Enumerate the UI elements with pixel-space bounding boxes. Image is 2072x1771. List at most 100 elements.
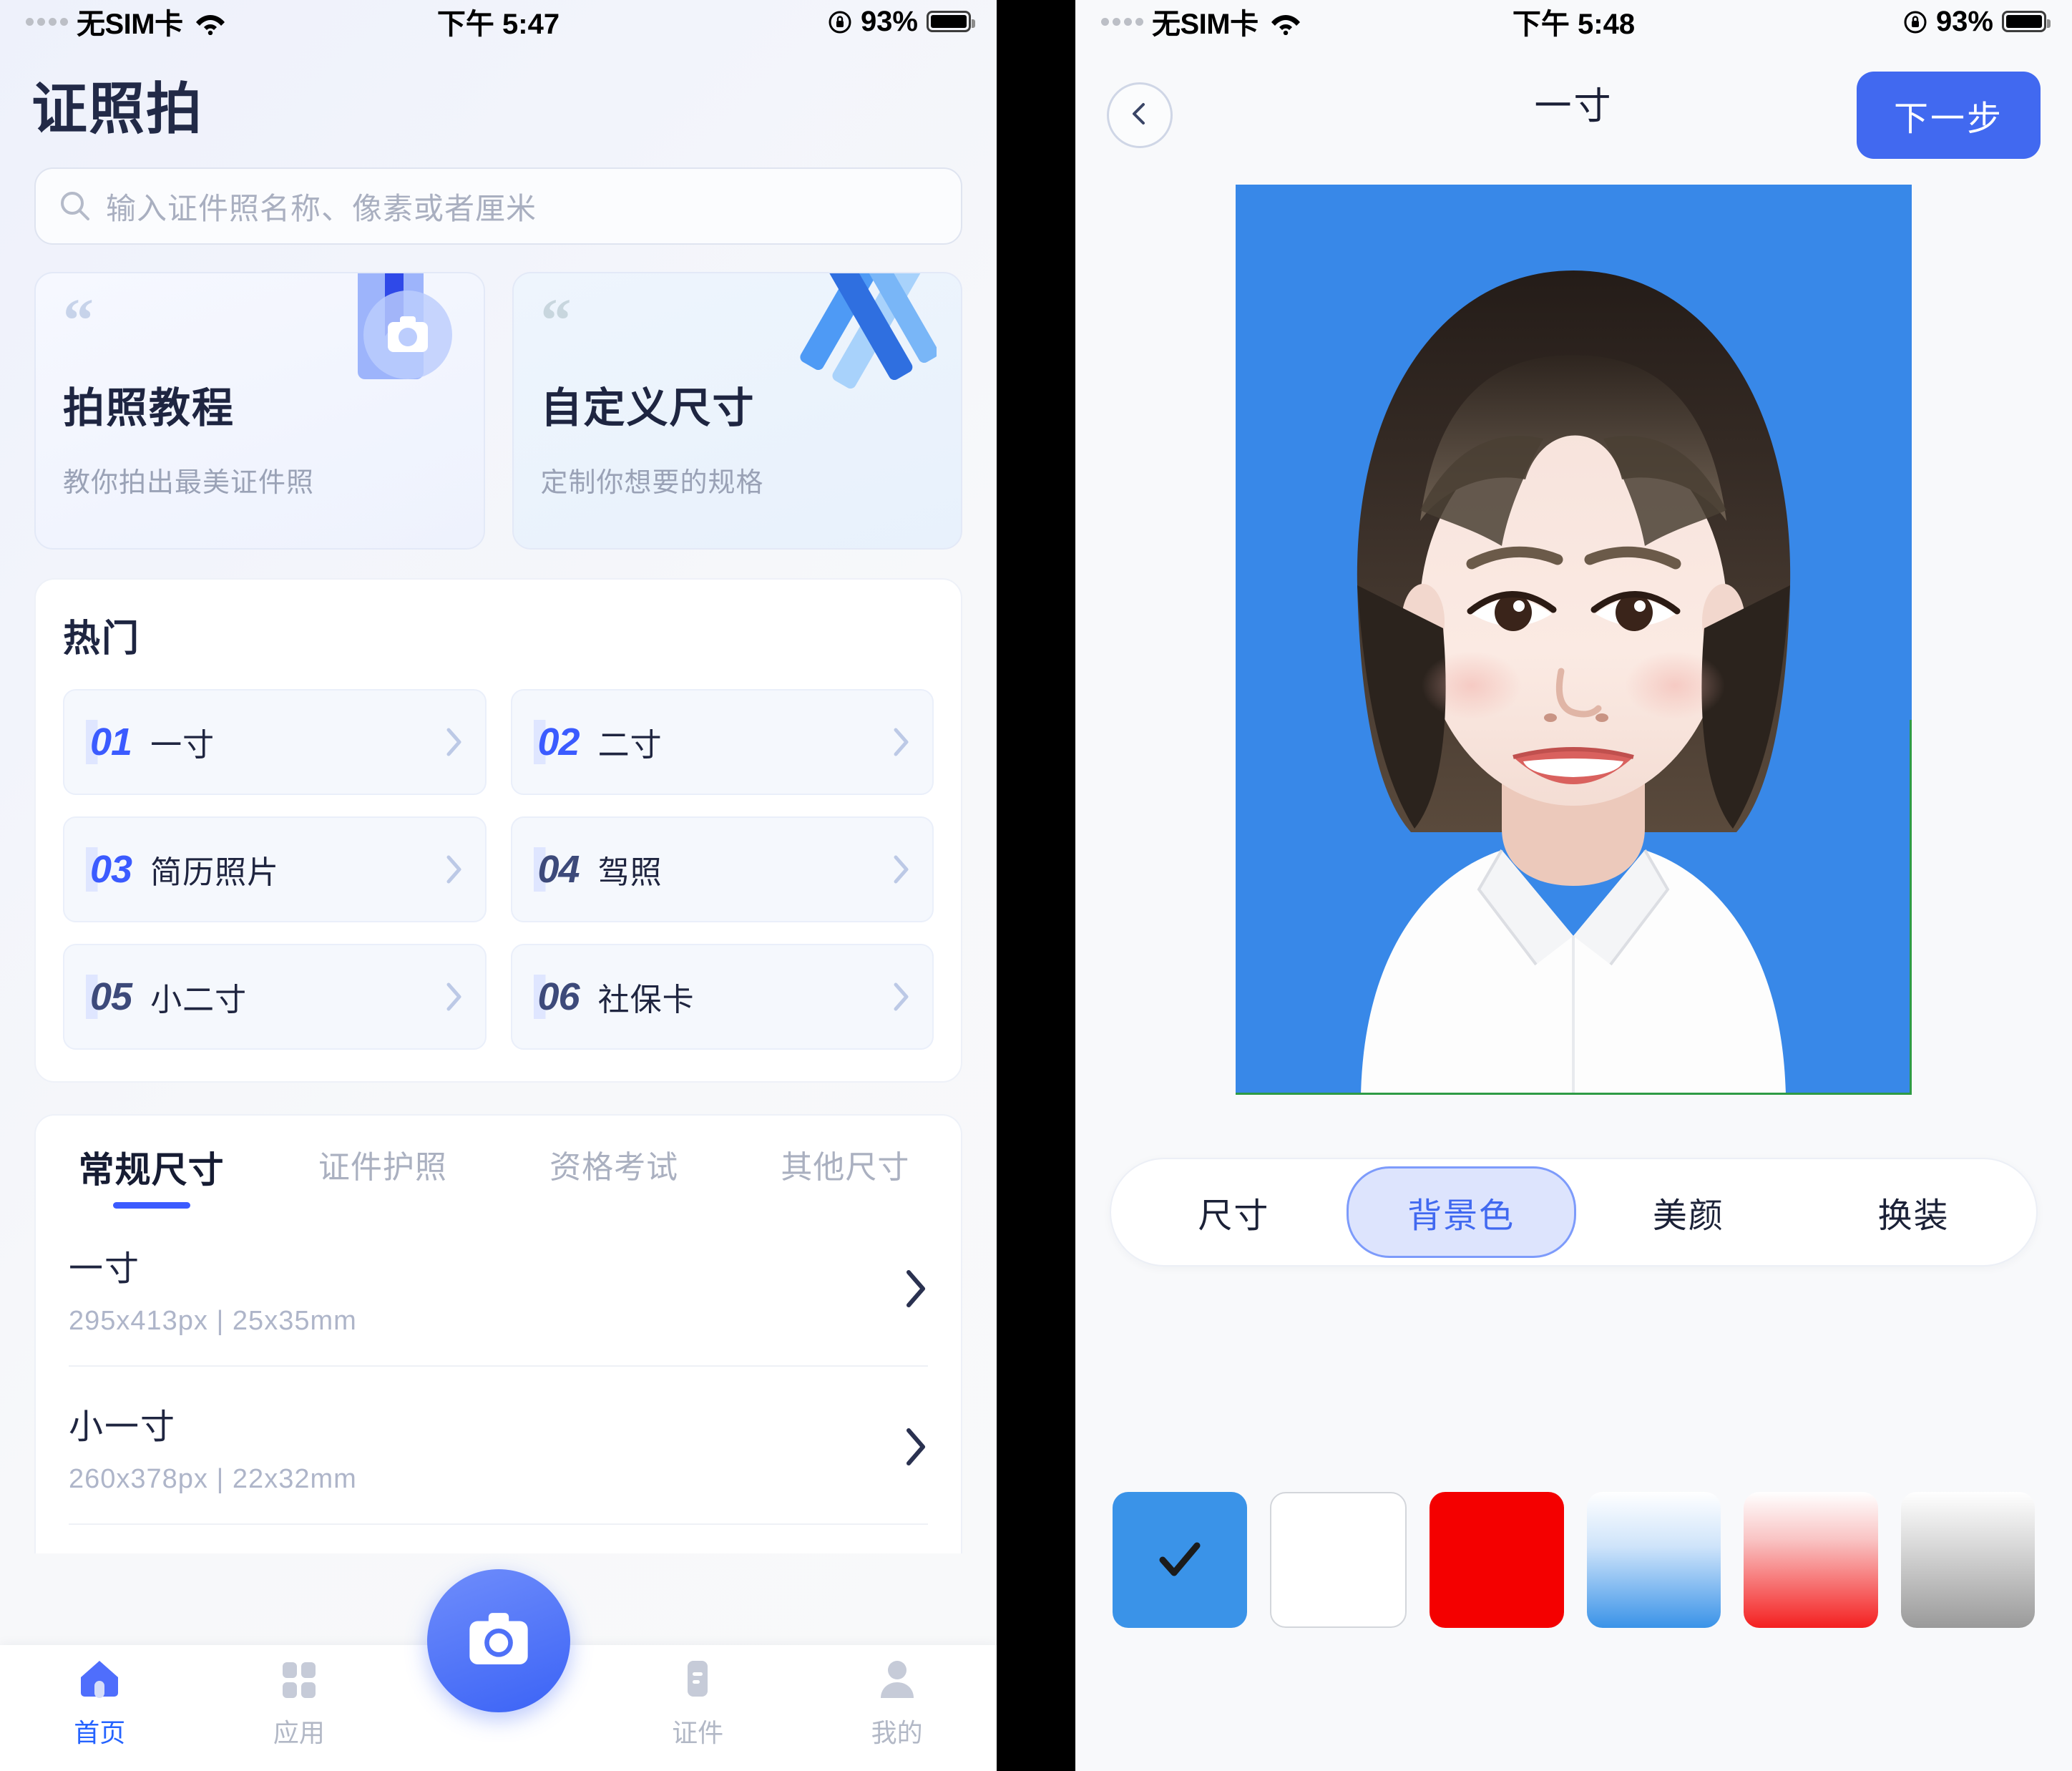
- editor-nav-bar: 一寸 下一步: [1075, 43, 2072, 172]
- size-name: 一寸: [69, 1250, 141, 1288]
- hot-panel: 热门 01 一寸 02 二寸 03 简历照片 04 驾照 05 小二寸 06 社…: [34, 578, 962, 1083]
- hot-item-label: 小二寸: [150, 982, 248, 1018]
- search-icon: [59, 190, 92, 223]
- size-list: 一寸 295x413px | 25x35mm 小一寸 260x378px | 2…: [36, 1209, 961, 1553]
- right-phone-screen: 无SIM卡 下午 5:48 93% 一寸 下一步 尺寸 背景色 美颜 换装: [1075, 0, 2072, 1771]
- rotation-lock-icon: [828, 9, 852, 34]
- photo-preview[interactable]: [1236, 185, 1912, 1095]
- chevron-right-icon: [445, 854, 464, 885]
- portrait-illustration: [1236, 185, 1912, 1095]
- status-right-group: 93%: [828, 5, 975, 38]
- size-panel: 常规尺寸 证件护照 资格考试 其他尺寸 一寸 295x413px | 25x35…: [34, 1114, 962, 1553]
- carrier-label: 无SIM卡: [77, 9, 183, 40]
- photo-canvas: [1236, 185, 1912, 1095]
- hot-item-01[interactable]: 01 一寸: [63, 689, 487, 795]
- feature-card-subtitle: 定制你想要的规格: [540, 468, 764, 499]
- size-row-partial[interactable]: [69, 1525, 928, 1553]
- tabbar-item-apps[interactable]: 应用: [200, 1657, 399, 1750]
- status-left-group: 无SIM卡: [26, 1, 226, 42]
- page-title: 证照拍: [31, 77, 204, 140]
- swatch-red-gradient[interactable]: [1744, 1492, 1878, 1628]
- hot-item-04[interactable]: 04 驾照: [510, 816, 934, 922]
- signal-dots-icon: [1101, 17, 1143, 26]
- screen-divider: [997, 0, 1075, 1771]
- chevron-right-icon: [892, 981, 911, 1013]
- rotation-lock-icon: [1903, 9, 1927, 34]
- tabbar-item-home[interactable]: 首页: [0, 1657, 200, 1750]
- segment-outfit[interactable]: 换装: [1801, 1169, 2026, 1256]
- chevron-right-icon: [445, 981, 464, 1013]
- size-row[interactable]: 小一寸 260x378px | 22x32mm: [69, 1367, 928, 1525]
- tabbar-item-documents[interactable]: 证件: [598, 1657, 798, 1750]
- tab-qualification-exam[interactable]: 资格考试: [499, 1141, 730, 1209]
- battery-percent-label: 93%: [860, 5, 918, 37]
- search-bar[interactable]: 输入证件照名称、像素或者厘米: [34, 167, 962, 245]
- swatch-white[interactable]: [1269, 1492, 1407, 1628]
- swatch-blue-gradient[interactable]: [1586, 1492, 1721, 1628]
- id-card-icon: [675, 1657, 720, 1701]
- hot-item-label: 一寸: [150, 728, 215, 763]
- chevron-left-icon: [1125, 99, 1154, 132]
- chevron-right-icon: [892, 726, 911, 758]
- hot-item-06[interactable]: 06 社保卡: [510, 944, 934, 1050]
- feature-cards: “ 拍照教程 教你拍出最美证件照 “ 自定义尺寸 定制你想要的规格: [0, 245, 997, 550]
- person-icon: [875, 1657, 919, 1701]
- battery-icon: [927, 11, 975, 32]
- background-color-swatches: [1113, 1492, 2035, 1628]
- dual-screenshot-stage: 无SIM卡 下午 5:47 93% 证照拍 输入证件照名称、像素或者厘米 “ 拍…: [0, 0, 2072, 1771]
- hot-item-number: 06: [533, 975, 580, 1019]
- feature-card-tutorial[interactable]: “ 拍照教程 教你拍出最美证件照: [34, 272, 485, 550]
- chevron-right-icon: [892, 854, 911, 885]
- editor-segmented-control: 尺寸 背景色 美颜 换装: [1110, 1158, 2038, 1267]
- carrier-label: 无SIM卡: [1152, 9, 1259, 40]
- feature-card-custom-size[interactable]: “ 自定义尺寸 定制你想要的规格: [512, 272, 962, 550]
- swatch-blue[interactable]: [1113, 1492, 1247, 1628]
- hot-item-02[interactable]: 02 二寸: [510, 689, 934, 795]
- tab-id-passport[interactable]: 证件护照: [267, 1141, 498, 1209]
- hot-item-label: 简历照片: [150, 855, 280, 890]
- tabbar-item-profile[interactable]: 我的: [797, 1657, 997, 1750]
- tab-regular-size[interactable]: 常规尺寸: [36, 1141, 267, 1209]
- hot-item-number: 02: [533, 720, 580, 764]
- status-right-group: 93%: [1903, 5, 2051, 38]
- hot-item-number: 03: [86, 847, 132, 892]
- grid-icon: [277, 1657, 321, 1701]
- left-status-bar: 无SIM卡 下午 5:47 93%: [0, 0, 997, 43]
- swatch-gray-gradient[interactable]: [1900, 1492, 2035, 1628]
- hot-heading: 热门: [63, 618, 141, 660]
- signal-dots-icon: [26, 17, 68, 26]
- hot-item-03[interactable]: 03 简历照片: [63, 816, 487, 922]
- ruler-pencil-icon: [793, 273, 939, 409]
- back-button[interactable]: [1107, 82, 1173, 148]
- chevron-right-icon: [445, 726, 464, 758]
- crop-guide-horizontal: [1236, 1093, 1912, 1095]
- size-row[interactable]: 一寸 295x413px | 25x35mm: [69, 1209, 928, 1367]
- check-icon: [1157, 1541, 1203, 1579]
- hot-grid: 01 一寸 02 二寸 03 简历照片 04 驾照 05 小二寸 06 社保卡: [63, 689, 934, 1050]
- camera-capture-button[interactable]: [426, 1569, 570, 1712]
- chevron-right-icon: [904, 1426, 928, 1468]
- search-input-placeholder[interactable]: 输入证件照名称、像素或者厘米: [106, 185, 537, 228]
- battery-icon: [2002, 11, 2051, 32]
- tab-other-sizes[interactable]: 其他尺寸: [730, 1141, 961, 1209]
- wifi-icon: [1270, 10, 1301, 36]
- segment-beauty[interactable]: 美颜: [1576, 1169, 1802, 1256]
- tabbar-label: 首页: [74, 1718, 126, 1747]
- segment-size[interactable]: 尺寸: [1121, 1169, 1347, 1256]
- swatch-red[interactable]: [1430, 1492, 1564, 1628]
- hot-item-label: 二寸: [597, 728, 663, 763]
- next-step-button[interactable]: 下一步: [1856, 72, 2041, 159]
- book-camera-icon: [316, 273, 459, 409]
- chevron-right-icon: [904, 1268, 928, 1309]
- hot-item-05[interactable]: 05 小二寸: [63, 944, 487, 1050]
- hot-item-number: 01: [86, 720, 132, 764]
- wifi-icon: [195, 10, 226, 36]
- size-name: 小一寸: [69, 1408, 177, 1446]
- battery-percent-label: 93%: [1935, 5, 1993, 37]
- size-spec: 295x413px | 25x35mm: [69, 1306, 357, 1336]
- hot-item-label: 驾照: [597, 855, 663, 890]
- hot-item-number: 04: [533, 847, 580, 892]
- right-status-bar: 无SIM卡 下午 5:48 93%: [1075, 0, 2072, 43]
- segment-background-color[interactable]: 背景色: [1346, 1166, 1576, 1258]
- status-left-group: 无SIM卡: [1101, 1, 1301, 42]
